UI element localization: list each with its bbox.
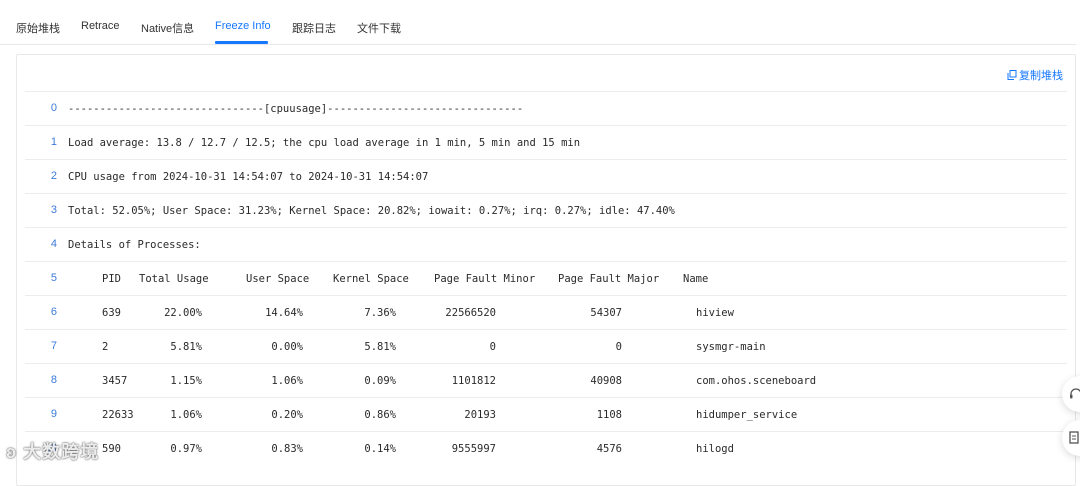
cell-user-space: 14.64%	[265, 307, 303, 319]
log-line: 3 Total: 52.05%; User Space: 31.23%; Ker…	[25, 193, 1067, 227]
tab-retrace[interactable]: Retrace	[81, 20, 120, 32]
line-text: -------------------------------[cpuusage…	[68, 103, 524, 115]
cell-page-fault-minor: 22566520	[445, 307, 496, 319]
header-page-fault-minor: Page Fault Minor	[434, 273, 536, 285]
cell-user-space: 1.06%	[271, 375, 303, 387]
log-lines: 0 -------------------------------[cpuusa…	[25, 91, 1067, 465]
cell-name: hiview	[696, 307, 734, 319]
cell-page-fault-major: 40908	[590, 375, 622, 387]
cell-total-usage: 1.06%	[170, 409, 202, 421]
table-row: 6 639 22.00% 14.64% 7.36% 22566520 54307…	[25, 295, 1067, 329]
cell-pid: 639	[102, 307, 121, 319]
cell-kernel-space: 5.81%	[364, 341, 396, 353]
copy-stack-label: 复制堆栈	[1019, 70, 1063, 82]
cell-total-usage: 1.15%	[170, 375, 202, 387]
log-line: 2 CPU usage from 2024-10-31 14:54:07 to …	[25, 159, 1067, 193]
tab-file-download[interactable]: 文件下载	[357, 20, 401, 36]
line-text: Load average: 13.8 / 12.7 / 12.5; the cp…	[68, 137, 581, 149]
line-number: 3	[50, 204, 57, 216]
cell-total-usage: 0.97%	[170, 443, 202, 455]
header-kernel-space: Kernel Space	[333, 273, 409, 285]
log-line: 0 -------------------------------[cpuusa…	[25, 91, 1067, 125]
cell-pid: 2	[102, 341, 109, 353]
cell-name: com.ohos.sceneboard	[696, 375, 817, 387]
line-text: CPU usage from 2024-10-31 14:54:07 to 20…	[68, 171, 429, 183]
header-pid: PID	[102, 273, 121, 285]
line-text: Details of Processes:	[68, 239, 201, 251]
cell-page-fault-major: 0	[615, 341, 622, 353]
cell-name: hilogd	[696, 443, 734, 455]
cell-total-usage: 5.81%	[170, 341, 202, 353]
copy-icon	[1007, 70, 1017, 80]
cell-user-space: 0.20%	[271, 409, 303, 421]
table-row: 7 2 5.81% 0.00% 5.81% 0 0 sysmgr-main	[25, 329, 1067, 363]
cell-user-space: 0.83%	[271, 443, 303, 455]
watermark-logo-icon: ʚ	[6, 442, 18, 462]
cell-user-space: 0.00%	[271, 341, 303, 353]
line-number: 4	[50, 238, 57, 250]
header-user-space: User Space	[246, 273, 310, 285]
log-line: 1 Load average: 13.8 / 12.7 / 12.5; the …	[25, 125, 1067, 159]
cell-page-fault-major: 4576	[596, 443, 622, 455]
active-tab-indicator	[215, 41, 268, 44]
header-page-fault-major: Page Fault Major	[558, 273, 660, 285]
table-row: 10 590 0.97% 0.83% 0.14% 9555997 4576 hi…	[25, 431, 1067, 465]
tab-bar: 原始堆栈 Retrace Native信息 Freeze Info 跟踪日志 文…	[0, 0, 1076, 45]
table-row: 9 22633 1.06% 0.20% 0.86% 20193 1108 hid…	[25, 397, 1067, 431]
tab-freeze-info[interactable]: Freeze Info	[215, 20, 271, 32]
cell-page-fault-minor: 0	[489, 341, 496, 353]
table-row: 8 3457 1.15% 1.06% 0.09% 1101812 40908 c…	[25, 363, 1067, 397]
line-number: 5	[50, 272, 57, 284]
process-table-header: 5 PID Total Usage User Space Kernel Spac…	[25, 261, 1067, 295]
tab-raw-stack[interactable]: 原始堆栈	[16, 20, 60, 36]
cell-name: hidumper_service	[696, 409, 798, 421]
cell-page-fault-minor: 1101812	[451, 375, 496, 387]
header-total-usage: Total Usage	[139, 273, 209, 285]
cell-pid: 22633	[102, 409, 134, 421]
header-name: Name	[683, 273, 709, 285]
cell-page-fault-major: 54307	[590, 307, 622, 319]
cell-pid: 590	[102, 443, 121, 455]
line-number: 2	[50, 170, 57, 182]
tab-native-info[interactable]: Native信息	[141, 20, 194, 36]
cell-page-fault-minor: 9555997	[451, 443, 496, 455]
cell-kernel-space: 0.86%	[364, 409, 396, 421]
watermark-text: 大数跨境	[23, 442, 100, 462]
line-number: 0	[50, 102, 57, 114]
cell-kernel-space: 7.36%	[364, 307, 396, 319]
cell-kernel-space: 0.14%	[364, 443, 396, 455]
cell-page-fault-major: 1108	[596, 409, 622, 421]
document-icon	[1069, 431, 1079, 444]
copy-stack-button[interactable]: 复制堆栈	[1007, 67, 1063, 83]
cell-pid: 3457	[102, 375, 128, 387]
cell-total-usage: 22.00%	[164, 307, 202, 319]
line-number: 6	[50, 306, 57, 318]
line-text: Total: 52.05%; User Space: 31.23%; Kerne…	[68, 205, 675, 217]
cell-kernel-space: 0.09%	[364, 375, 396, 387]
headset-icon	[1070, 388, 1080, 399]
cell-name: sysmgr-main	[696, 341, 766, 353]
cell-page-fault-minor: 20193	[464, 409, 496, 421]
line-number: 7	[50, 340, 57, 352]
line-number: 8	[50, 374, 57, 386]
log-line: 4 Details of Processes:	[25, 227, 1067, 261]
tab-trace-log[interactable]: 跟踪日志	[292, 20, 336, 36]
watermark: ʚ 大数跨境	[6, 438, 99, 464]
line-number: 1	[50, 136, 57, 148]
line-number: 9	[50, 408, 57, 420]
freeze-info-panel: 复制堆栈 0 -------------------------------[c…	[16, 54, 1076, 486]
